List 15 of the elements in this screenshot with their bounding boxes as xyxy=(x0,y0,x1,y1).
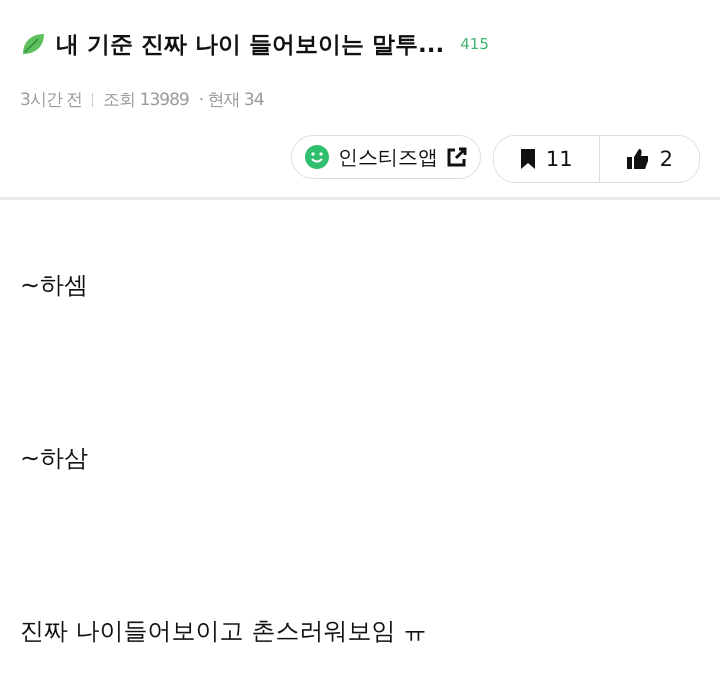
body-text: ~하삼 xyxy=(20,443,90,473)
like-button[interactable]: 2 xyxy=(598,136,699,182)
body-text: ~하셈 xyxy=(20,270,90,300)
view-count: 조회 13989 xyxy=(103,89,189,111)
current-viewers: · 현재 34 xyxy=(198,89,264,111)
post-time: 3시간 전 xyxy=(20,89,82,111)
app-link-button[interactable]: 인스티즈앱 xyxy=(290,135,481,179)
thumbs-up-icon xyxy=(626,147,650,171)
smiley-icon xyxy=(304,144,330,170)
comment-count: 415 xyxy=(460,35,489,53)
bookmark-icon xyxy=(520,148,536,170)
leaf-icon xyxy=(20,31,46,57)
body-text: 진짜 나이들어보이고 촌스러워보임 ㅠ xyxy=(20,616,428,646)
post-title: 내 기준 진짜 나이 들어보이는 말투... xyxy=(56,30,444,60)
external-link-icon xyxy=(446,146,468,168)
